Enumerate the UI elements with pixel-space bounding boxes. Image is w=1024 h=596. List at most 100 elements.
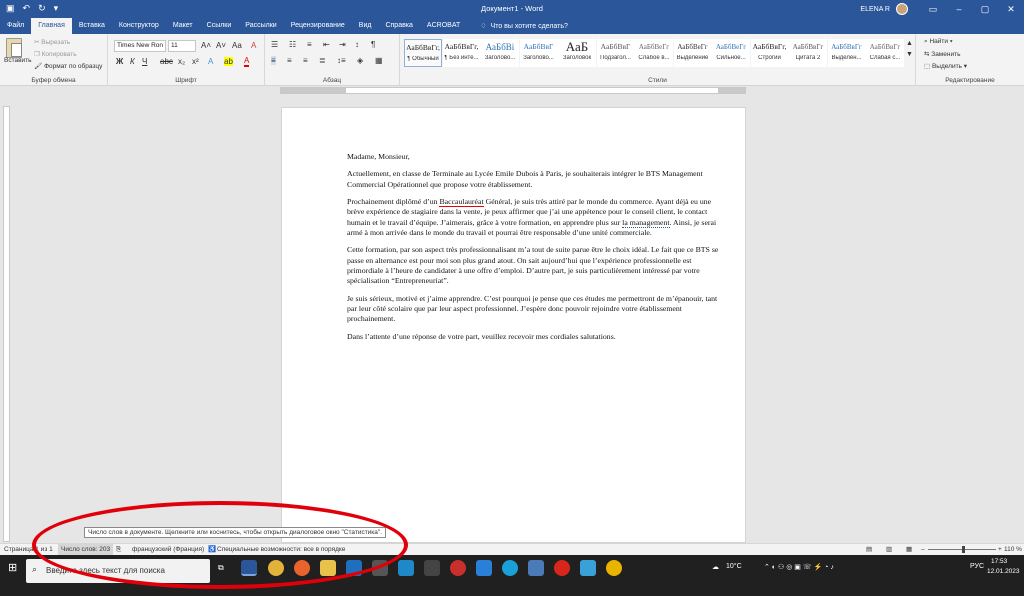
increase-indent-icon[interactable]: ⇥ [339, 40, 346, 49]
font-name-select[interactable]: Times New Ron [114, 40, 166, 52]
proofing-icon[interactable]: ⎘ [116, 544, 121, 555]
change-case-icon[interactable]: Aa [232, 41, 242, 50]
select-button[interactable]: Выделить [932, 63, 962, 70]
taskbar-search[interactable]: ⌕ Введите здесь текст для поиска [26, 559, 210, 583]
underline-icon[interactable]: Ч [142, 57, 147, 66]
word-app-icon[interactable] [241, 560, 257, 576]
style-item[interactable]: АаБ Заголовок [558, 39, 596, 67]
firefox-icon[interactable] [294, 560, 310, 576]
font-color-icon[interactable]: A [244, 57, 250, 67]
web-layout-icon[interactable]: ▦ [906, 544, 912, 555]
tab-design[interactable]: Конструктор [112, 18, 166, 34]
accessibility-status[interactable]: Специальные возможности: все в порядке [217, 544, 345, 555]
task-view-icon[interactable]: ⧉ [218, 563, 224, 573]
zoom-slider-knob[interactable] [961, 546, 965, 553]
tray-icons[interactable]: ⌃ ◐ ⚇ ◎ ▣ ☏ ⚡ ◔ ♪ [764, 563, 834, 571]
italic-icon[interactable]: К [130, 57, 135, 66]
app-icon-7[interactable] [398, 560, 414, 576]
word-count-status[interactable]: Число слов: 203 [58, 544, 114, 555]
tab-references[interactable]: Ссылки [200, 18, 239, 34]
highlight-icon[interactable]: ab [224, 57, 233, 66]
paragraph-2[interactable]: Prochainement diplômé d’un Baccaulauréat… [347, 196, 719, 239]
document-body[interactable]: Madame, Monsieur, Actuellement, en class… [347, 152, 719, 349]
style-item[interactable]: АаБбВеГг Выделение [673, 39, 712, 67]
clock-date[interactable]: 12.01.2023 [987, 568, 1020, 575]
clock-time[interactable]: 17:53 [991, 558, 1007, 565]
app-icon-15[interactable] [606, 560, 622, 576]
sort-icon[interactable]: ↕ [355, 40, 359, 49]
styles-scroll-down-icon[interactable]: ▼ [906, 51, 913, 58]
clear-format-icon[interactable]: A [251, 41, 256, 50]
show-marks-icon[interactable]: ¶ [371, 40, 375, 49]
style-item[interactable]: АаБбВеГг Сильное... [712, 39, 750, 67]
close-button[interactable]: ✕ [998, 4, 1024, 15]
subscript-icon[interactable]: x₂ [178, 57, 185, 66]
app-icon-8[interactable] [424, 560, 440, 576]
tab-layout[interactable]: Макет [166, 18, 200, 34]
bold-icon[interactable]: Ж [116, 57, 123, 66]
greeting-paragraph[interactable]: Madame, Monsieur, [347, 152, 719, 162]
language-status[interactable]: французский (Франция) [132, 544, 204, 555]
superscript-icon[interactable]: x² [192, 57, 199, 66]
shrink-font-icon[interactable]: A˅ [216, 41, 226, 50]
avatar[interactable] [896, 3, 908, 15]
format-painter-button[interactable]: Формат по образцу [44, 63, 102, 70]
edge-icon[interactable] [502, 560, 518, 576]
tab-review[interactable]: Рецензирование [284, 18, 352, 34]
text-effects-icon[interactable]: A [208, 57, 213, 66]
tab-home[interactable]: Главная [31, 18, 72, 34]
multilevel-list-icon[interactable]: ≡ [307, 40, 312, 49]
style-item[interactable]: АаБбВвГ Подзагол... [596, 39, 635, 67]
ribbon-display-icon[interactable]: ▭ [920, 4, 946, 15]
paragraph-4[interactable]: Je suis sérieux, motivé et j’aime appren… [347, 294, 719, 325]
app-icon-6[interactable] [372, 560, 388, 576]
horizontal-ruler[interactable] [0, 86, 1024, 95]
style-item[interactable]: АаБбВвГг, Строгий [750, 39, 789, 67]
chrome-icon[interactable] [268, 560, 284, 576]
style-item[interactable]: АаБбВвГг Выделен... [827, 39, 866, 67]
windows-start-icon[interactable]: ⊞ [8, 561, 17, 574]
grow-font-icon[interactable]: A˄ [201, 41, 211, 50]
shading-icon[interactable]: ◈ [357, 56, 363, 65]
page-count-status[interactable]: Страница 1 из 1 [4, 544, 53, 555]
justify-icon[interactable]: ≣ [319, 56, 326, 65]
app-icon-12[interactable] [528, 560, 544, 576]
minimize-button[interactable]: – [946, 4, 972, 14]
strikethrough-icon[interactable]: abc [160, 57, 173, 66]
paste-icon[interactable] [6, 38, 22, 58]
weather-icon[interactable]: ☁ [712, 563, 719, 571]
app-icon-10[interactable] [476, 560, 492, 576]
tab-file[interactable]: Файл [0, 18, 31, 34]
style-item[interactable]: АаБбВі Заголово... [481, 39, 519, 67]
file-explorer-icon[interactable] [320, 560, 336, 576]
tell-me-search[interactable]: ♢ Что вы хотите сделать? [473, 18, 575, 34]
align-center-icon[interactable]: ≡ [287, 56, 292, 65]
zoom-out-icon[interactable]: – [921, 544, 925, 555]
style-item[interactable]: АаБбВеГг Слабое в... [635, 39, 673, 67]
find-button[interactable]: Найти [929, 38, 948, 45]
maximize-button[interactable]: ▢ [972, 4, 998, 15]
align-right-icon[interactable]: ≡ [303, 56, 308, 65]
paste-button[interactable]: Вставить [4, 57, 32, 64]
cut-button[interactable]: Вырезать [41, 39, 70, 46]
decrease-indent-icon[interactable]: ⇤ [323, 40, 330, 49]
align-left-icon[interactable]: ≡ [271, 56, 276, 65]
zoom-level[interactable]: 110 % [1004, 544, 1022, 555]
style-item[interactable]: АаБбВвГ Заголово... [519, 39, 558, 67]
keyboard-language[interactable]: РУС [970, 563, 984, 570]
document-page[interactable]: Madame, Monsieur, Actuellement, en class… [281, 107, 746, 543]
user-name[interactable]: ELENA R [860, 6, 890, 13]
outlook-icon[interactable] [346, 560, 362, 576]
spelling-error[interactable]: Baccaulauréat [439, 196, 484, 207]
grammar-error[interactable]: la management [622, 217, 670, 228]
tab-insert[interactable]: Вставка [72, 18, 112, 34]
style-item[interactable]: АаБбВвГг Слабая с... [866, 39, 904, 67]
style-item[interactable]: АаБбВвГг Цитата 2 [789, 39, 827, 67]
line-spacing-icon[interactable]: ↕≡ [337, 56, 346, 65]
replace-button[interactable]: Заменить [931, 51, 960, 58]
app-icon-9[interactable] [450, 560, 466, 576]
focus-mode-icon[interactable]: ▤ [866, 544, 872, 555]
copy-button[interactable]: Копировать [42, 51, 77, 58]
tab-acrobat[interactable]: ACROBAT [420, 18, 467, 34]
bullets-icon[interactable]: ☰ [271, 40, 278, 49]
